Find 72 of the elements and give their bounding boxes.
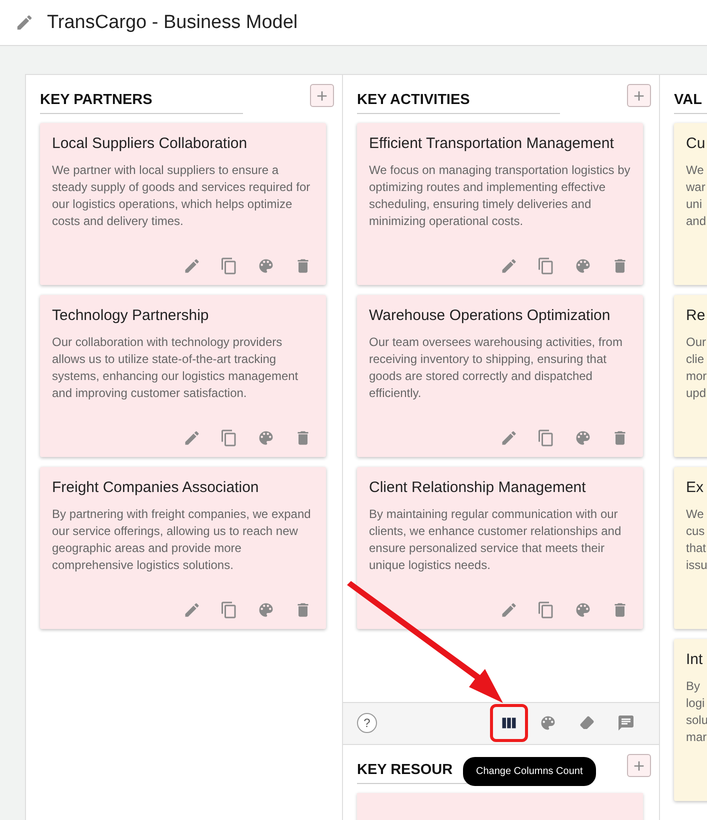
- palette-icon[interactable]: [257, 429, 275, 447]
- pencil-icon[interactable]: [500, 429, 518, 447]
- palette-icon[interactable]: [574, 257, 592, 275]
- card-text: cus: [686, 523, 706, 540]
- palette-icon[interactable]: [574, 601, 592, 619]
- card-text: mor: [686, 368, 707, 385]
- card-text: By maintaining regular communication with our clients, we enhance customer relationships and ensure personalized service that meets their unique logistics needs.: [369, 506, 622, 574]
- pencil-icon[interactable]: [15, 13, 34, 32]
- card-title: Ex: [686, 479, 705, 496]
- note-card[interactable]: Int By logi solu mar: [674, 639, 707, 801]
- card-title: Efficient Transportation Management: [369, 135, 615, 152]
- card-title: Technology Partnership: [52, 307, 210, 324]
- page-title: TransCargo - Business Model: [47, 12, 298, 34]
- card-text: upd: [686, 385, 707, 402]
- note-card[interactable]: Client Relationship Management By maintaining regular communication with our clients, we enhance customer relationships and ensure personalized service that meets their unique logistics needs.: [357, 467, 643, 629]
- card-text: Our: [686, 334, 707, 351]
- card-text: By: [686, 678, 702, 695]
- note-card[interactable]: Warehouse Operations Optimization Our team oversees warehousing activities, from receiving inventory to shipping, ensuring that goods are stored correctly and dispatched efficiently.: [357, 295, 643, 457]
- card-text: that: [686, 540, 707, 557]
- card-text: uni: [686, 196, 704, 213]
- card-title: Local Suppliers Collaboration: [52, 135, 248, 152]
- copy-icon[interactable]: [537, 429, 555, 447]
- card-text: clie: [686, 351, 706, 368]
- card-text: We focus on managing transportation logistics by optimizing routes and implementing effective scheduling, ensuring timely deliveries and minimizing operational costs.: [369, 162, 631, 230]
- note-card[interactable]: Cu We war uni and: [674, 123, 707, 285]
- pencil-icon[interactable]: [500, 601, 518, 619]
- card-text: Our team oversees warehousing activities, from receiving inventory to shipping, ensuring that goods are stored correctly and dispatched efficiently.: [369, 334, 624, 402]
- card-title: Warehouse Operations Optimization: [369, 307, 612, 324]
- add-button[interactable]: [627, 754, 651, 777]
- card-text: and: [686, 213, 707, 230]
- card-text: Our collaboration with technology providers allows us to utilize state-of-the-art tracking systems, enhancing our logistics management and improving customer satisfaction.: [52, 334, 300, 402]
- copy-icon[interactable]: [537, 601, 555, 619]
- card-title: Client Relationship Management: [369, 479, 587, 496]
- palette-icon[interactable]: [574, 429, 592, 447]
- pencil-icon[interactable]: [500, 257, 518, 275]
- card-text: issu: [686, 557, 707, 574]
- card-text: By partnering with freight companies, we expand our service offerings, allowing us to reach new geographic areas and provide more comprehensive logistics solutions.: [52, 506, 312, 574]
- add-button[interactable]: [310, 84, 334, 107]
- note-card[interactable]: Ex We cus that issu: [674, 467, 707, 629]
- card-text: We partner with local suppliers to ensure a steady supply of goods and services required for our logistics operations, which helps optimize costs and delivery times.: [52, 162, 312, 230]
- card-text: We: [686, 506, 705, 523]
- note-card[interactable]: Technology Partnership Our collaboration with technology providers allows us to utilize state-of-the-art tracking systems, enhancing our logistics management and improving customer satisfaction.: [40, 295, 326, 457]
- card-title: Cu: [686, 135, 706, 152]
- note-card[interactable]: Re Our clie mor upd: [674, 295, 707, 457]
- card-text: mar: [686, 729, 707, 746]
- column-title: KEY ACTIVITIES: [357, 92, 560, 114]
- pencil-icon[interactable]: [183, 257, 201, 275]
- tooltip: Change Columns Count: [463, 757, 596, 786]
- column-title: KEY PARTNERS: [40, 92, 243, 114]
- card-title: Int: [686, 651, 704, 668]
- note-card[interactable]: Freight Companies Association By partnering with freight companies, we expand our service offerings, allowing us to reach new geographic areas and provide more comprehensive logistics solutions.: [40, 467, 326, 629]
- card-title: Re: [686, 307, 706, 324]
- copy-icon[interactable]: [537, 257, 555, 275]
- help-button[interactable]: ?: [357, 713, 377, 734]
- copy-icon[interactable]: [220, 601, 238, 619]
- palette-icon[interactable]: [539, 714, 557, 732]
- palette-icon[interactable]: [257, 601, 275, 619]
- note-card[interactable]: Local Suppliers Collaboration We partner with local suppliers to ensure a steady supply of goods and services required for our logistics operations, which helps optimize costs and delivery times.: [40, 123, 326, 285]
- card-text: We: [686, 162, 705, 179]
- note-card[interactable]: [357, 123, 643, 285]
- card-text: war: [686, 179, 706, 196]
- card-title: Freight Companies Association: [52, 479, 260, 496]
- add-button[interactable]: [627, 84, 651, 107]
- copy-icon[interactable]: [220, 429, 238, 447]
- pencil-icon[interactable]: [183, 601, 201, 619]
- card-text: solu: [686, 712, 707, 729]
- column-title: VAL: [674, 92, 707, 114]
- card-text: logi: [686, 695, 706, 712]
- copy-icon[interactable]: [220, 257, 238, 275]
- comment-icon[interactable]: [617, 714, 635, 732]
- palette-icon[interactable]: [257, 257, 275, 275]
- pencil-icon[interactable]: [183, 429, 201, 447]
